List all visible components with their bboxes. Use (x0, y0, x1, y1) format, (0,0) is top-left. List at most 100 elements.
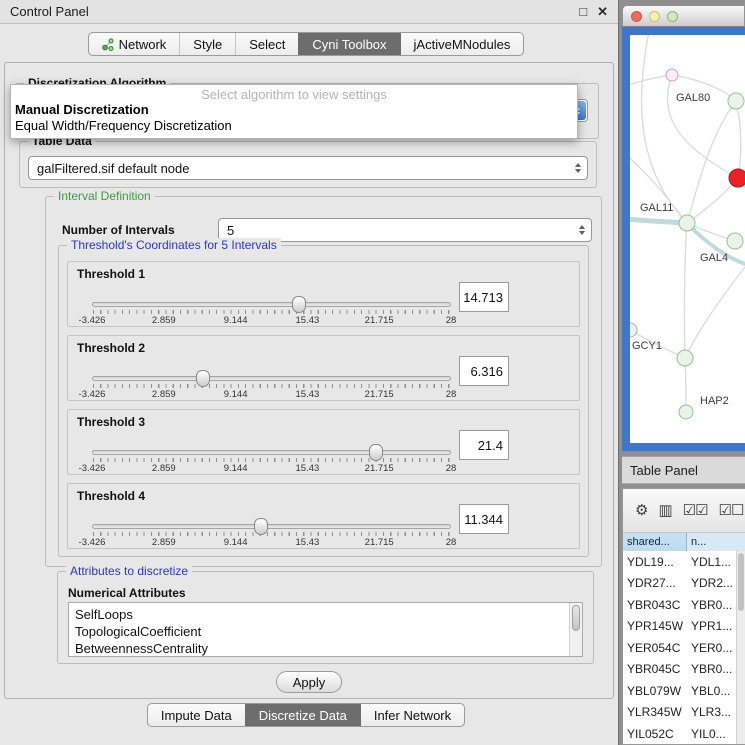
bottom-tab-discretize-data[interactable]: Discretize Data (245, 704, 360, 726)
network-edge[interactable] (630, 219, 687, 223)
bottom-tabbar: Impute Data Discretize Data Infer Network (147, 703, 465, 727)
interval-definition-group: Interval Definition Number of Intervals … (45, 196, 602, 567)
network-edge[interactable] (630, 75, 672, 87)
network-node[interactable] (728, 93, 744, 109)
threshold-3-slider-thumb[interactable] (369, 444, 383, 461)
scale-label: 21.715 (365, 315, 394, 326)
table-row[interactable]: YDR27...YDR2... (623, 573, 745, 595)
control-panel-titlebar[interactable]: Control Panel □ ✕ (0, 0, 618, 24)
attribute-item-selfloops[interactable]: SelfLoops (69, 606, 582, 623)
table-cell[interactable]: YBL079W (623, 684, 687, 698)
attribute-item-betweennesscentrality[interactable]: BetweennessCentrality (69, 640, 582, 657)
scale-label: 15.43 (296, 463, 320, 474)
numerical-attributes-list[interactable]: SelfLoopsTopologicalCoefficientBetweenne… (68, 602, 583, 657)
table-row[interactable]: YBR045CYBR0... (623, 659, 745, 681)
bottom-tab-infer-network[interactable]: Infer Network (360, 704, 464, 726)
attributes-scrollbar[interactable] (569, 603, 582, 656)
threshold-3-value-field[interactable]: 21.4 (459, 430, 509, 460)
threshold-2-value-field[interactable]: 6.316 (459, 356, 509, 386)
threshold-2-slider[interactable]: -3.4262.8599.14415.4321.71528 (92, 376, 451, 400)
slider-track[interactable] (92, 302, 451, 307)
algorithm-option-equal-width-frequency-discretization[interactable]: Equal Width/Frequency Discretization (11, 118, 577, 134)
threshold-4-slider[interactable]: -3.4262.8599.14415.4321.71528 (92, 524, 451, 548)
scale-label: 9.144 (224, 463, 248, 474)
tab-cyni-toolbox[interactable]: Cyni Toolbox (298, 33, 399, 55)
table-panel-titlebar[interactable]: Table Panel (622, 456, 745, 484)
tab-select[interactable]: Select (235, 33, 298, 55)
threshold-1-slider[interactable]: -3.4262.8599.14415.4321.71528 (92, 302, 451, 326)
node-label-hap2: HAP2 (700, 395, 729, 407)
table-row[interactable]: YDL19...YDL1... (623, 551, 745, 573)
column-header-name[interactable]: n... (687, 533, 745, 551)
columns-icon[interactable]: ▥ (658, 503, 671, 518)
threshold-1-slider-thumb[interactable] (292, 296, 306, 313)
scale-label: 9.144 (224, 389, 248, 400)
algorithm-option-manual-discretization[interactable]: Manual Discretization (11, 102, 577, 118)
table-row[interactable]: YLR345WYLR3... (623, 702, 745, 724)
table-row[interactable]: YBL079WYBL0... (623, 680, 745, 702)
network-node[interactable] (630, 323, 637, 337)
network-node[interactable] (677, 350, 693, 366)
network-canvas[interactable]: GAL80GAL11GAL4GCY1HAP2 (630, 35, 745, 443)
network-node[interactable] (727, 233, 743, 249)
scale-label: -3.426 (79, 463, 106, 474)
close-window-icon[interactable]: ✕ (597, 4, 608, 20)
slider-track[interactable] (92, 450, 451, 455)
network-node[interactable] (679, 215, 695, 231)
table-cell[interactable]: YBR043C (623, 598, 687, 612)
table-data-combobox[interactable]: galFiltered.sif default node (28, 156, 588, 180)
table-cell[interactable]: YPR145W (623, 619, 687, 633)
hide-columns-icon[interactable]: ☑☐ (719, 503, 744, 518)
settings-gear-icon[interactable]: ⚙ (635, 503, 647, 518)
network-edge[interactable] (736, 101, 741, 178)
network-node[interactable] (729, 169, 745, 187)
network-window-titlebar[interactable] (622, 5, 745, 27)
table-row[interactable]: YPR145WYPR1... (623, 616, 745, 638)
table-cell[interactable]: YER054C (623, 641, 687, 655)
table-cell[interactable]: YDL19... (623, 555, 687, 569)
table-cell[interactable]: YBR045C (623, 662, 687, 676)
bottom-tab-impute-data[interactable]: Impute Data (148, 704, 245, 726)
slider-track[interactable] (92, 376, 451, 381)
threshold-1-value-field[interactable]: 14.713 (459, 282, 509, 312)
table-cell[interactable]: YIL052C (623, 727, 687, 741)
threshold-3-slider[interactable]: -3.4262.8599.14415.4321.71528 (92, 450, 451, 474)
scale-label: 9.144 (224, 537, 248, 548)
table-cell[interactable]: YDR27... (623, 576, 687, 590)
attributes-scrollbar-thumb[interactable] (572, 605, 580, 631)
table-scrollbar-thumb[interactable] (738, 553, 744, 611)
slider-scale: -3.4262.8599.14415.4321.71528 (92, 463, 451, 474)
column-header-shared-name[interactable]: shared... (623, 533, 687, 551)
restore-window-icon[interactable]: □ (579, 4, 587, 19)
show-columns-icon[interactable]: ☑☑ (683, 503, 708, 518)
apply-button[interactable]: Apply (276, 671, 342, 693)
tab-label: Discretize Data (259, 708, 347, 723)
table-cell[interactable]: YLR345W (623, 705, 687, 719)
threshold-2-slider-thumb[interactable] (196, 370, 210, 387)
threshold-4-value-field[interactable]: 11.344 (459, 504, 509, 534)
minimize-traffic-icon[interactable] (649, 11, 660, 22)
table-row[interactable]: YER054CYER0... (623, 637, 745, 659)
table-scrollbar[interactable] (736, 551, 745, 744)
threshold-4-slider-thumb[interactable] (254, 518, 268, 535)
network-edge[interactable] (685, 267, 745, 358)
table-data-selected-value: galFiltered.sif default node (37, 161, 189, 176)
network-edge[interactable] (684, 223, 687, 358)
network-edge[interactable] (667, 75, 738, 178)
table-row[interactable]: YBR043CYBR0... (623, 594, 745, 616)
table-row[interactable]: YIL052CYIL0... (623, 723, 745, 744)
tab-jactivemnodules[interactable]: jActiveMNodules (400, 33, 524, 55)
node-label-gal4: GAL4 (700, 252, 728, 264)
slider-track[interactable] (92, 524, 451, 529)
attributes-group: Attributes to discretize Numerical Attri… (57, 571, 594, 664)
network-edge[interactable] (687, 178, 738, 223)
tab-style[interactable]: Style (179, 33, 235, 55)
attribute-item-topologicalcoefficient[interactable]: TopologicalCoefficient (69, 623, 582, 640)
network-node[interactable] (679, 405, 693, 419)
network-node[interactable] (666, 69, 678, 81)
zoom-traffic-icon[interactable] (667, 11, 678, 22)
num-intervals-value: 5 (227, 223, 234, 238)
tab-network[interactable]: Network (89, 33, 180, 55)
thresholds-container: Threshold 1-3.4262.8599.14415.4321.71528… (59, 246, 588, 556)
close-traffic-icon[interactable] (631, 11, 642, 22)
